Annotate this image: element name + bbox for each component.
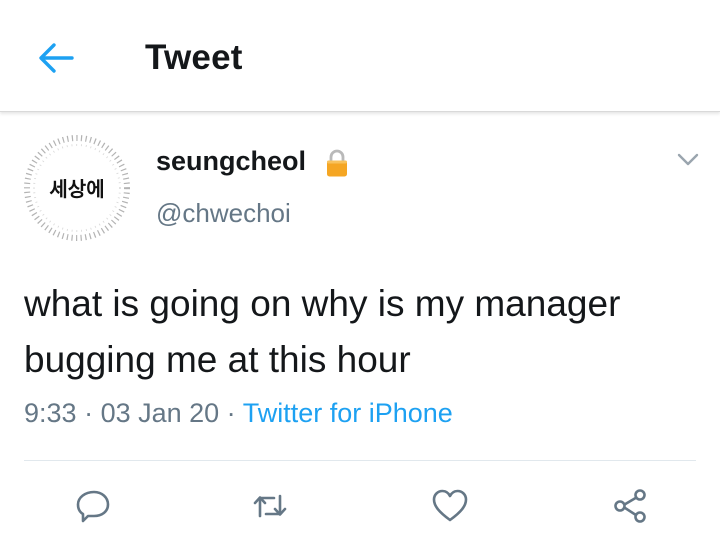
share-icon bbox=[614, 489, 646, 523]
top-app-bar: Tweet bbox=[0, 0, 720, 112]
tweet-date: 03 Jan 20 bbox=[100, 398, 220, 428]
tweet-time: 9:33 bbox=[24, 398, 77, 428]
divider bbox=[24, 460, 696, 461]
meta-separator: · bbox=[219, 398, 243, 428]
avatar[interactable]: 세상에 bbox=[18, 129, 136, 247]
reply-button[interactable] bbox=[74, 486, 114, 526]
tweet-text: what is going on why is my manager buggi… bbox=[24, 283, 621, 380]
avatar-text: 세상에 bbox=[49, 177, 105, 201]
tweet-meta: 9:33 · 03 Jan 20 · Twitter for iPhone bbox=[24, 398, 453, 429]
retweet-button[interactable] bbox=[250, 486, 290, 526]
back-arrow-icon bbox=[39, 43, 74, 73]
display-name[interactable]: seungcheol bbox=[156, 146, 306, 177]
like-button[interactable] bbox=[430, 486, 470, 526]
lock-icon bbox=[327, 149, 347, 177]
tweet-source-link[interactable]: Twitter for iPhone bbox=[243, 398, 453, 428]
share-button[interactable] bbox=[610, 486, 650, 526]
heart-icon bbox=[432, 489, 468, 522]
meta-separator: · bbox=[76, 398, 101, 428]
retweet-icon bbox=[253, 494, 287, 518]
back-button[interactable] bbox=[36, 40, 76, 76]
user-handle[interactable]: @chwechoi bbox=[156, 198, 291, 229]
reply-icon bbox=[76, 490, 110, 523]
chevron-down-icon[interactable] bbox=[676, 152, 700, 168]
page-title: Tweet bbox=[145, 38, 243, 77]
